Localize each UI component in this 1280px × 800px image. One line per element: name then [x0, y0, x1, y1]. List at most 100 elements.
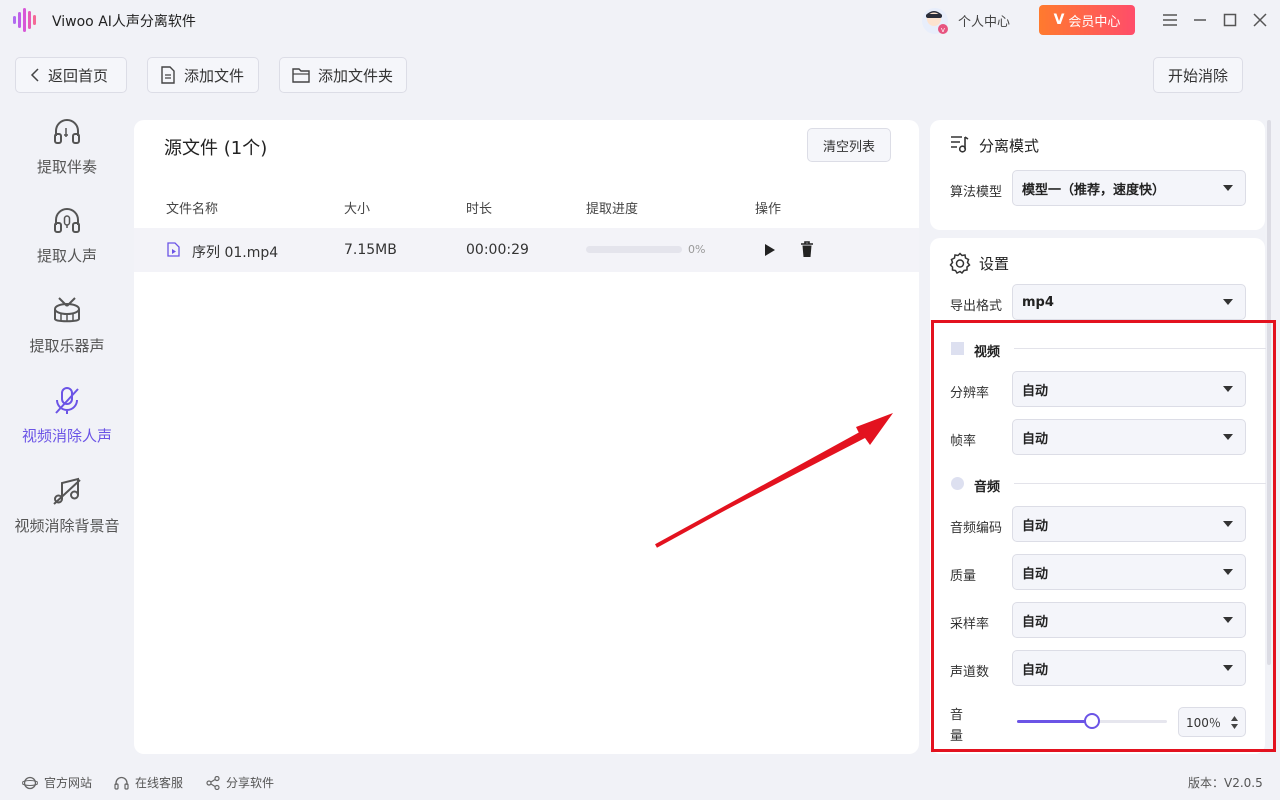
personal-center-link[interactable]: 个人中心	[958, 11, 1010, 30]
fps-select[interactable]: 自动	[1012, 419, 1246, 455]
back-home-button[interactable]: 返回首页	[15, 57, 127, 93]
headphones-mic-icon	[54, 208, 80, 233]
sidebar-item-label: 视频消除人声	[21, 427, 112, 445]
maximize-icon[interactable]	[1220, 10, 1240, 30]
add-folder-label: 添加文件夹	[318, 66, 394, 85]
official-website-label: 官方网站	[44, 776, 93, 790]
model-label: 算法模型	[950, 185, 1003, 200]
volume-label-2: 量	[950, 729, 964, 744]
menu-icon[interactable]	[1160, 10, 1180, 30]
share-software-label: 分享软件	[226, 776, 275, 790]
channels-label: 声道数	[950, 665, 990, 680]
file-icon	[161, 66, 175, 84]
resolution-label: 分辨率	[950, 386, 990, 401]
svg-text:v: v	[941, 26, 945, 34]
audio-codec-select[interactable]: 自动	[1012, 506, 1246, 542]
model-select[interactable]: 模型一（推荐，速度快）	[1012, 170, 1246, 206]
file-name: 序列 01.mp4	[192, 245, 279, 261]
caret-down-icon	[1223, 299, 1233, 305]
sidebar-item-extract-instruments[interactable]: 提取乐器声	[0, 295, 134, 375]
play-icon[interactable]	[764, 243, 776, 257]
column-header-progress: 提取进度	[586, 202, 639, 217]
clear-list-button[interactable]: 清空列表	[807, 128, 891, 162]
caret-down-icon	[1223, 569, 1233, 575]
caret-down-icon	[1223, 617, 1233, 623]
caret-down-icon	[1223, 665, 1233, 671]
video-section-marker	[951, 342, 964, 355]
share-software-link[interactable]: 分享软件	[206, 774, 274, 791]
online-support-link[interactable]: 在线客服	[114, 774, 183, 791]
resolution-select[interactable]: 自动	[1012, 371, 1246, 407]
source-files-title: 源文件 (1个)	[164, 138, 268, 159]
sample-rate-select[interactable]: 自动	[1012, 602, 1246, 638]
stepper-arrows-icon[interactable]	[1230, 715, 1239, 730]
audio-section-title: 音频	[974, 480, 1001, 495]
add-file-button[interactable]: 添加文件	[147, 57, 259, 93]
quality-select-value: 自动	[1022, 566, 1049, 582]
online-support-label: 在线客服	[135, 776, 184, 790]
format-select-value: mp4	[1022, 294, 1054, 310]
sidebar-item-extract-accompaniment[interactable]: 提取伴奏	[0, 116, 134, 196]
sidebar-item-label: 视频消除背景音	[14, 517, 120, 535]
start-remove-button[interactable]: 开始消除	[1153, 57, 1243, 93]
folder-icon	[292, 68, 310, 83]
settings-scrollbar[interactable]	[1267, 120, 1271, 665]
fps-label: 帧率	[950, 434, 977, 449]
gear-icon	[949, 252, 971, 274]
volume-stepper[interactable]: 100％	[1178, 707, 1246, 737]
audio-codec-select-value: 自动	[1022, 518, 1049, 534]
quality-select[interactable]: 自动	[1012, 554, 1246, 590]
official-website-link[interactable]: 官方网站	[22, 774, 92, 791]
sidebar-item-extract-vocals[interactable]: 提取人声	[0, 205, 134, 285]
app-logo-icon	[13, 8, 36, 32]
separation-mode-title: 分离模式	[979, 137, 1040, 155]
version-text: 版本：V2.0.5	[1188, 776, 1263, 790]
mic-off-icon	[55, 387, 79, 414]
sample-rate-select-value: 自动	[1022, 614, 1049, 630]
caret-down-icon	[1223, 434, 1233, 440]
sidebar-item-video-remove-background[interactable]: 视频消除背景音	[0, 475, 134, 555]
divider	[1014, 348, 1266, 349]
annotation-arrow-icon	[655, 413, 893, 548]
column-header-duration: 时长	[466, 202, 493, 217]
settings-title: 设置	[979, 255, 1010, 273]
video-file-icon	[167, 242, 180, 257]
caret-down-icon	[1223, 521, 1233, 527]
avatar[interactable]: v	[921, 7, 949, 35]
progress-bar	[586, 246, 682, 253]
sidebar-item-label: 提取人声	[36, 247, 97, 265]
volume-slider-thumb[interactable]	[1084, 713, 1100, 729]
vip-center-label: 会员中心	[1068, 14, 1121, 30]
resolution-select-value: 自动	[1022, 383, 1049, 399]
quality-label: 质量	[950, 569, 977, 584]
file-duration: 00:00:29	[466, 242, 529, 258]
headset-icon	[114, 776, 129, 790]
sample-rate-label: 采样率	[950, 617, 990, 632]
caret-down-icon	[1223, 185, 1233, 191]
add-folder-button[interactable]: 添加文件夹	[279, 57, 407, 93]
table-row[interactable]: 序列 01.mp4 7.15MB 00:00:29 0%	[134, 228, 919, 272]
drum-icon	[54, 297, 80, 323]
channels-select-value: 自动	[1022, 662, 1049, 678]
music-list-icon	[951, 136, 969, 153]
format-select[interactable]: mp4	[1012, 284, 1246, 320]
volume-value: 100％	[1186, 715, 1221, 730]
minimize-icon[interactable]	[1190, 10, 1210, 30]
sidebar-item-video-remove-vocals[interactable]: 视频消除人声	[0, 385, 134, 465]
sidebar-item-label: 提取伴奏	[36, 158, 97, 176]
file-size: 7.15MB	[344, 242, 397, 258]
close-icon[interactable]	[1250, 10, 1270, 30]
trash-icon[interactable]	[800, 241, 814, 258]
progress-text: 0%	[688, 243, 706, 256]
model-select-value: 模型一（推荐，速度快）	[1022, 182, 1166, 198]
channels-select[interactable]: 自动	[1012, 650, 1246, 686]
divider	[1014, 483, 1266, 484]
vip-center-button[interactable]: V 会员中心	[1039, 5, 1135, 35]
sidebar-item-label: 提取乐器声	[29, 337, 105, 355]
video-section-title: 视频	[974, 345, 1001, 360]
caret-down-icon	[1223, 386, 1233, 392]
chevron-left-icon	[30, 68, 39, 82]
app-title: Viwoo AI人声分离软件	[52, 14, 196, 30]
volume-slider-fill	[1017, 720, 1092, 723]
audio-codec-label: 音频编码	[950, 521, 1003, 536]
